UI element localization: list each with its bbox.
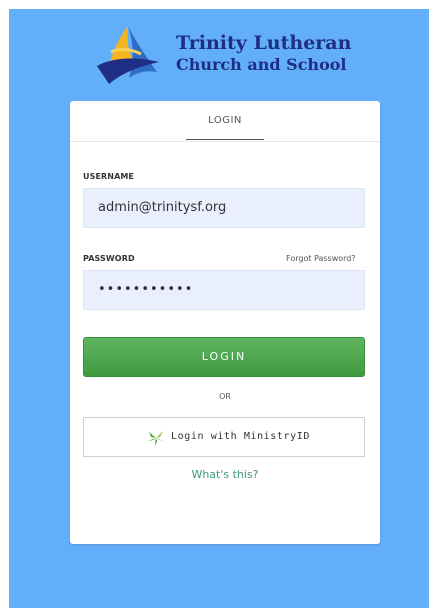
- church-name-line2: Church and School: [176, 55, 347, 74]
- tab-login[interactable]: LOGIN: [186, 115, 264, 141]
- or-separator: OR: [219, 392, 231, 401]
- ministryid-leaf-icon: [148, 431, 164, 446]
- login-button[interactable]: LOGIN: [83, 337, 365, 377]
- church-name-line1: Trinity Lutheran: [176, 32, 352, 54]
- password-label: PASSWORD: [83, 254, 135, 263]
- username-field[interactable]: admin@trinitysf.org: [83, 188, 365, 228]
- ministryid-button-label: Login with MinistryID: [171, 431, 311, 442]
- tab-active-indicator: [186, 139, 264, 140]
- login-with-ministryid-button[interactable]: Login with MinistryID: [83, 417, 365, 457]
- tab-bar: LOGIN: [70, 101, 380, 142]
- trinity-logo-icon: [97, 26, 159, 84]
- church-logo: Trinity Lutheran Church and School: [91, 22, 363, 90]
- login-card: LOGIN USERNAME admin@trinitysf.org PASSW…: [70, 101, 380, 544]
- whats-this-link[interactable]: What's this?: [70, 468, 380, 481]
- forgot-password-link[interactable]: Forgot Password?: [286, 254, 356, 263]
- username-label: USERNAME: [83, 172, 134, 181]
- church-name: Trinity Lutheran Church and School: [176, 32, 351, 76]
- password-field[interactable]: •••••••••••: [83, 270, 365, 310]
